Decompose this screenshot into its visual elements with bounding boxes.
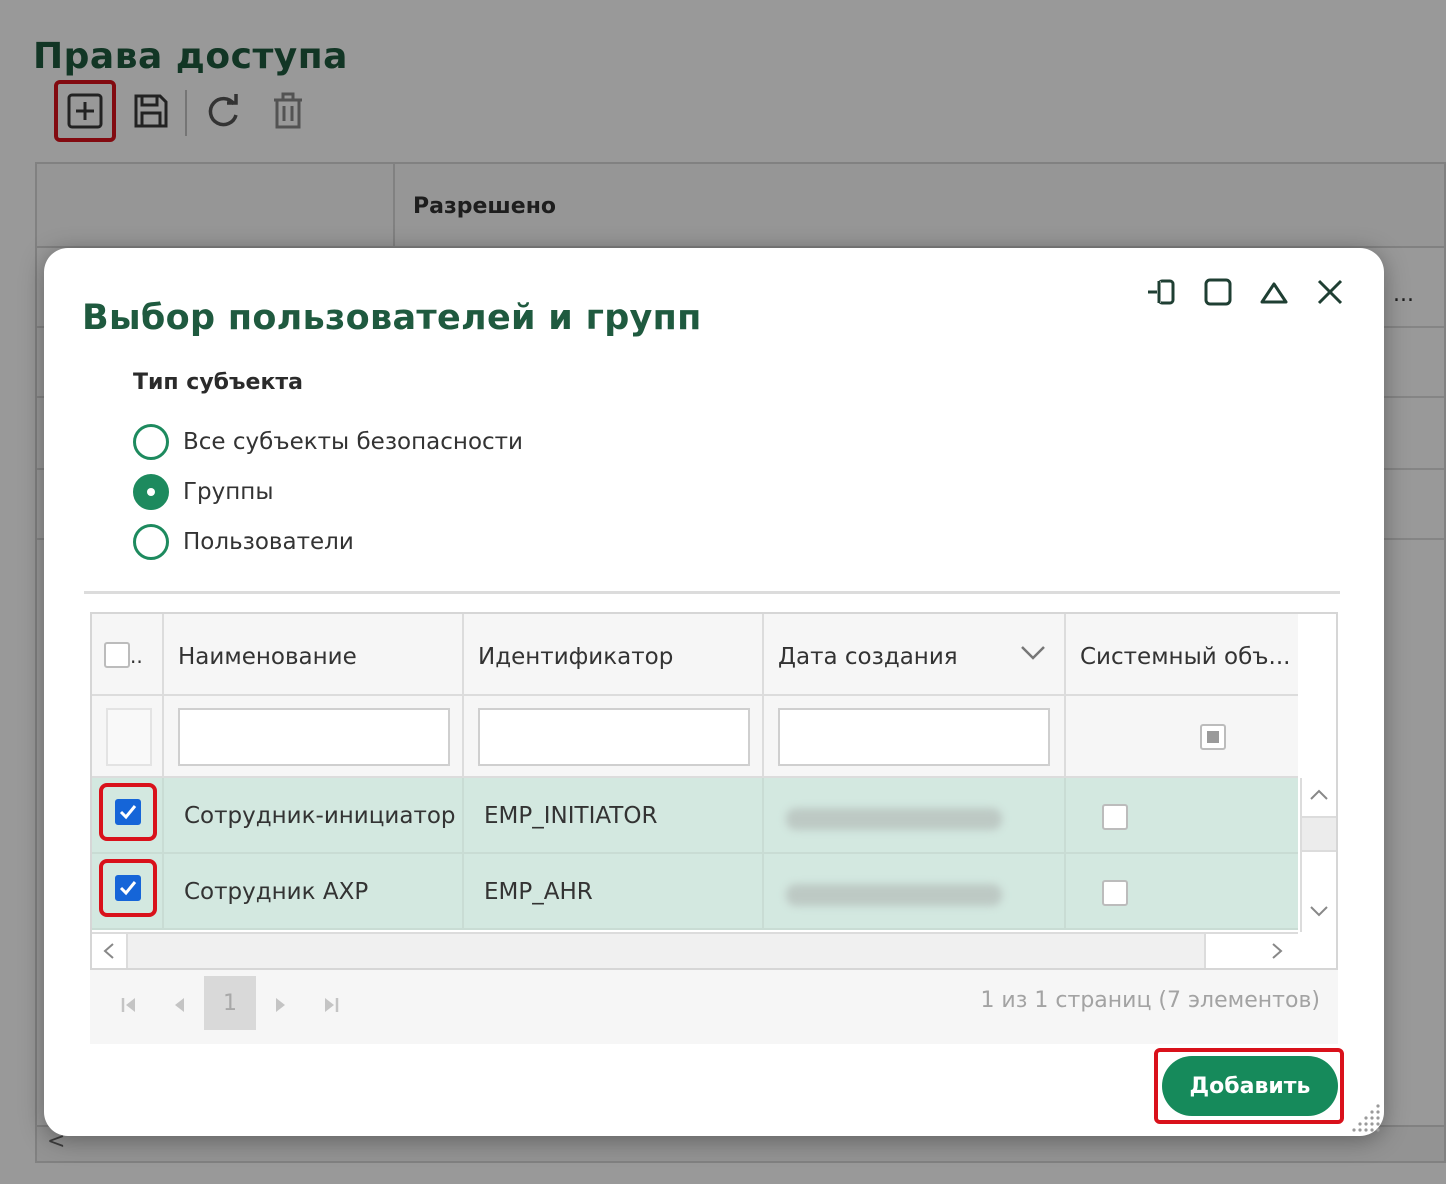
divider: [84, 591, 1340, 594]
scroll-right-button[interactable]: [1204, 934, 1298, 968]
column-header-name[interactable]: Наименование: [164, 614, 464, 694]
scroll-down-icon[interactable]: [1308, 904, 1330, 918]
next-page-icon[interactable]: [274, 996, 288, 1014]
resize-grip-icon[interactable]: [1348, 1100, 1382, 1134]
pager-info: 1 из 1 страниц (7 элементов): [980, 988, 1320, 1013]
chevron-down-icon[interactable]: [1020, 644, 1046, 662]
filter-placeholder: [106, 708, 152, 766]
system-object-checkbox[interactable]: [1102, 804, 1128, 830]
row-identifier: EMP_INITIATOR: [484, 803, 658, 829]
radio-users[interactable]: Пользователи: [133, 524, 354, 560]
collapse-icon: [1260, 282, 1288, 304]
scroll-thumb[interactable]: [1302, 816, 1336, 852]
row-checkbox[interactable]: [115, 875, 141, 901]
date-filter-input[interactable]: [778, 708, 1050, 766]
scroll-left-button[interactable]: [92, 934, 128, 968]
select-users-groups-dialog: Выбор пользователей и групп Тип субъекта…: [44, 248, 1384, 1136]
select-all-checkbox[interactable]: [104, 642, 130, 668]
row-checkbox[interactable]: [115, 799, 141, 825]
radio-all-subjects[interactable]: Все субъекты безопасности: [133, 424, 523, 460]
checkmark-icon: [119, 805, 137, 820]
blurred-date: [786, 884, 1002, 906]
dialog-title: Выбор пользователей и групп: [82, 298, 702, 338]
system-object-filter-checkbox[interactable]: [1200, 724, 1226, 750]
subject-type-label: Тип субъекта: [133, 370, 304, 395]
chevron-right-icon: [1272, 943, 1283, 959]
pin-icon: [1148, 279, 1175, 305]
indeterminate-mark: [1207, 731, 1219, 743]
pager: 1 1 из 1 страниц (7 элементов): [90, 970, 1338, 1044]
radio-label: Все субъекты безопасности: [183, 429, 524, 455]
table-row[interactable]: Сотрудник АХР EMP_AHR: [92, 854, 1298, 930]
identifier-filter-input[interactable]: [478, 708, 750, 766]
name-filter-input[interactable]: [178, 708, 450, 766]
radio-button[interactable]: [133, 424, 169, 460]
table-row[interactable]: Сотрудник-инициатор EMP_INITIATOR: [92, 778, 1298, 854]
row-identifier: EMP_AHR: [484, 879, 593, 905]
horizontal-scrollbar[interactable]: [92, 932, 1298, 968]
column-header-created-date[interactable]: Дата создания: [764, 614, 1066, 694]
select-all-ellipsis: ..: [130, 644, 143, 668]
radio-groups[interactable]: Группы: [133, 474, 273, 510]
maximize-button[interactable]: [1200, 274, 1236, 310]
radio-label: Пользователи: [183, 529, 354, 555]
vertical-scrollbar[interactable]: [1300, 778, 1336, 932]
collapse-button[interactable]: [1256, 274, 1292, 310]
column-header-identifier[interactable]: Идентификатор: [464, 614, 764, 694]
close-button[interactable]: [1312, 274, 1348, 310]
chevron-left-icon: [103, 943, 114, 959]
maximize-icon: [1204, 278, 1232, 306]
pin-button[interactable]: [1144, 274, 1180, 310]
previous-page-icon[interactable]: [172, 996, 186, 1014]
last-page-icon[interactable]: [322, 996, 340, 1014]
first-page-icon[interactable]: [120, 996, 138, 1014]
add-selected-button[interactable]: Добавить: [1162, 1056, 1338, 1116]
select-all-cell: ..: [92, 614, 164, 694]
grid-header: .. Наименование Идентификатор Дата созда…: [92, 614, 1298, 696]
column-header-system-object[interactable]: Системный объ...: [1066, 614, 1298, 694]
checkmark-icon: [119, 881, 137, 896]
page-number-current[interactable]: 1: [204, 976, 256, 1030]
row-name: Сотрудник-инициатор: [184, 803, 456, 829]
scroll-up-icon[interactable]: [1308, 788, 1330, 802]
radio-button-checked[interactable]: [133, 474, 169, 510]
close-icon: [1317, 279, 1343, 305]
radio-button[interactable]: [133, 524, 169, 560]
radio-label: Группы: [183, 479, 274, 505]
subjects-grid: .. Наименование Идентификатор Дата созда…: [90, 612, 1338, 970]
filter-row: [92, 696, 1298, 778]
window-controls: [1144, 274, 1348, 310]
row-name: Сотрудник АХР: [184, 879, 369, 905]
system-object-checkbox[interactable]: [1102, 880, 1128, 906]
blurred-date: [786, 808, 1002, 830]
